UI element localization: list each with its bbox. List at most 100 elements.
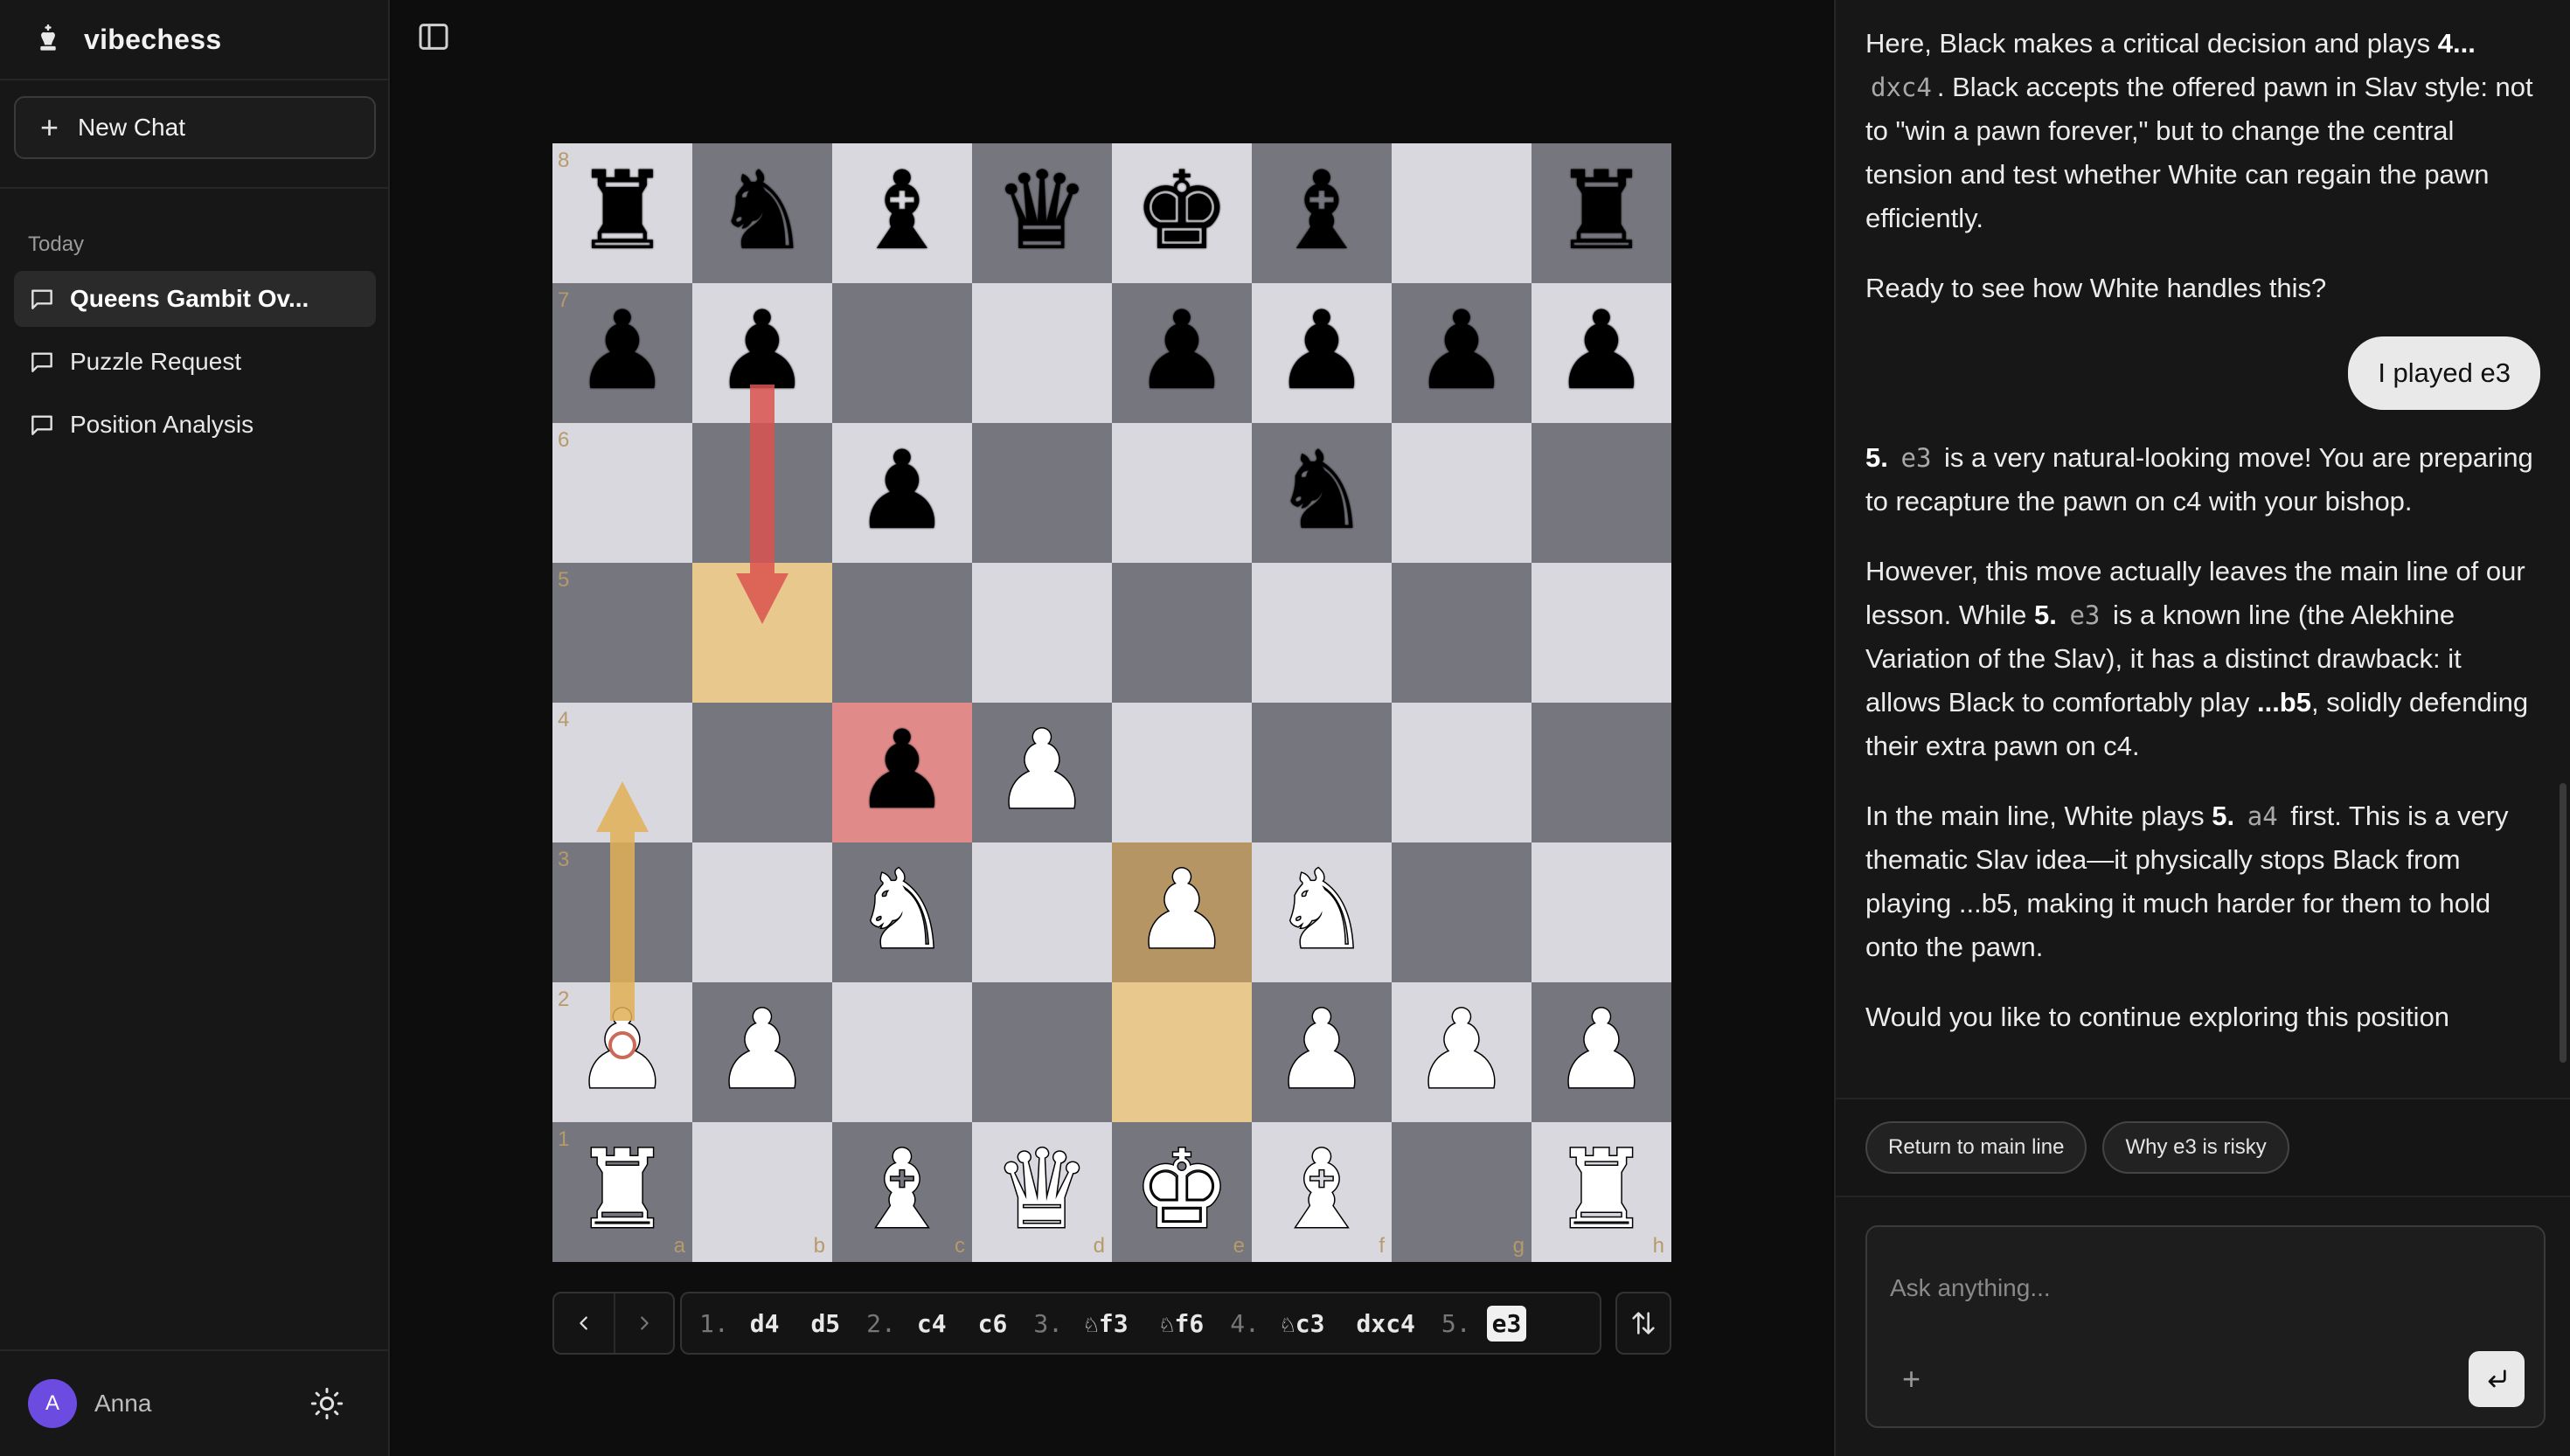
square-d2[interactable] — [972, 982, 1112, 1122]
square-c5[interactable] — [832, 563, 972, 703]
square-a6[interactable]: 6 — [552, 423, 692, 563]
square-d1[interactable]: d ♛ — [972, 1122, 1112, 1262]
chat-item-queens-gambit[interactable]: Queens Gambit Ov... — [14, 271, 376, 327]
square-g5[interactable] — [1392, 563, 1532, 703]
suggestion-return-to-main-line[interactable]: Return to main line — [1865, 1121, 2087, 1174]
sun-theme-toggle-icon[interactable] — [309, 1386, 344, 1421]
square-g8[interactable] — [1392, 143, 1532, 283]
square-e3[interactable]: ♟ — [1112, 842, 1252, 982]
move-white[interactable]: ♘c3 — [1275, 1306, 1330, 1342]
square-d4[interactable]: ♟ — [972, 703, 1112, 842]
black-bishop-icon[interactable]: ♝ — [1273, 157, 1370, 266]
brand[interactable]: vibechess — [0, 0, 388, 80]
square-c2[interactable] — [832, 982, 972, 1122]
square-e1[interactable]: e ♚ — [1112, 1122, 1252, 1262]
sidebar-toggle-icon[interactable] — [416, 19, 451, 54]
black-knight-icon[interactable]: ♞ — [1273, 437, 1370, 545]
square-a7[interactable]: 7 ♟ — [552, 283, 692, 423]
square-g1[interactable]: g — [1392, 1122, 1532, 1262]
black-knight-icon[interactable]: ♞ — [713, 157, 810, 266]
square-c8[interactable]: ♝ — [832, 143, 972, 283]
square-h1[interactable]: h ♜ — [1532, 1122, 1671, 1262]
white-pawn-icon[interactable]: ♟ — [712, 995, 812, 1106]
square-a5[interactable]: 5 — [552, 563, 692, 703]
square-g3[interactable] — [1392, 842, 1532, 982]
square-a2[interactable]: 2 ♟ — [552, 982, 692, 1122]
square-h5[interactable] — [1532, 563, 1671, 703]
square-c1[interactable]: c ♝ — [832, 1122, 972, 1262]
move-white[interactable]: ♘f3 — [1079, 1306, 1134, 1342]
chat-scrollbar[interactable] — [2560, 783, 2567, 1063]
move-black[interactable]: c6 — [973, 1306, 1013, 1342]
square-g7[interactable]: ♟ — [1392, 283, 1532, 423]
square-g2[interactable]: ♟ — [1392, 982, 1532, 1122]
move-white[interactable]: d4 — [745, 1306, 785, 1342]
square-e7[interactable]: ♟ — [1112, 283, 1252, 423]
next-move-button[interactable] — [614, 1293, 673, 1353]
square-h3[interactable] — [1532, 842, 1671, 982]
chat-messages[interactable]: Here, Black makes a critical decision an… — [1865, 0, 2540, 1098]
square-a1[interactable]: 1 a ♜ — [552, 1122, 692, 1262]
black-pawn-icon[interactable]: ♟ — [1133, 297, 1230, 406]
white-rook-icon[interactable]: ♜ — [573, 1135, 672, 1246]
white-knight-icon[interactable]: ♞ — [852, 856, 952, 967]
square-f7[interactable]: ♟ — [1252, 283, 1392, 423]
white-king-icon[interactable]: ♚ — [1132, 1135, 1232, 1246]
square-h7[interactable]: ♟ — [1532, 283, 1671, 423]
square-b2[interactable]: ♟ — [692, 982, 832, 1122]
square-b7[interactable]: ♟ — [692, 283, 832, 423]
black-pawn-icon[interactable]: ♟ — [1552, 297, 1650, 406]
square-a4[interactable]: 4 — [552, 703, 692, 842]
square-f8[interactable]: ♝ — [1252, 143, 1392, 283]
square-e2[interactable] — [1112, 982, 1252, 1122]
move-black[interactable]: ♘f6 — [1155, 1306, 1210, 1342]
suggestion-why-e3-is-risky[interactable]: Why e3 is risky — [2102, 1121, 2289, 1174]
user-profile[interactable]: A Anna — [0, 1349, 390, 1456]
white-queen-icon[interactable]: ♛ — [992, 1135, 1092, 1246]
black-pawn-icon[interactable]: ♟ — [853, 437, 950, 545]
move-black[interactable]: dxc4 — [1351, 1306, 1420, 1342]
square-a3[interactable]: 3 — [552, 842, 692, 982]
square-h6[interactable] — [1532, 423, 1671, 563]
square-f4[interactable] — [1252, 703, 1392, 842]
square-g4[interactable] — [1392, 703, 1532, 842]
square-b8[interactable]: ♞ — [692, 143, 832, 283]
square-d8[interactable]: ♛ — [972, 143, 1112, 283]
black-bishop-icon[interactable]: ♝ — [853, 157, 950, 266]
square-b6[interactable] — [692, 423, 832, 563]
square-c4[interactable]: ♟ — [832, 703, 972, 842]
square-f1[interactable]: f ♝ — [1252, 1122, 1392, 1262]
square-h4[interactable] — [1532, 703, 1671, 842]
white-knight-icon[interactable]: ♞ — [1272, 856, 1372, 967]
square-h2[interactable]: ♟ — [1532, 982, 1671, 1122]
square-d3[interactable] — [972, 842, 1112, 982]
chat-item-puzzle-request[interactable]: Puzzle Request — [14, 334, 376, 390]
white-pawn-icon[interactable]: ♟ — [1412, 995, 1511, 1106]
move-black[interactable]: d5 — [805, 1306, 845, 1342]
white-bishop-icon[interactable]: ♝ — [852, 1135, 952, 1246]
square-e8[interactable]: ♚ — [1112, 143, 1252, 283]
white-pawn-icon[interactable]: ♟ — [992, 716, 1092, 827]
square-c6[interactable]: ♟ — [832, 423, 972, 563]
square-d5[interactable] — [972, 563, 1112, 703]
white-bishop-icon[interactable]: ♝ — [1272, 1135, 1372, 1246]
square-e5[interactable] — [1112, 563, 1252, 703]
square-d7[interactable] — [972, 283, 1112, 423]
move-white[interactable]: c4 — [912, 1306, 952, 1342]
black-pawn-icon[interactable]: ♟ — [853, 717, 950, 825]
square-b3[interactable] — [692, 842, 832, 982]
square-b1[interactable]: b — [692, 1122, 832, 1262]
chat-input[interactable] — [1867, 1227, 2544, 1349]
black-pawn-icon[interactable]: ♟ — [1413, 297, 1510, 406]
white-rook-icon[interactable]: ♜ — [1552, 1135, 1651, 1246]
attach-plus-icon[interactable]: + — [1902, 1363, 1921, 1395]
flip-board-button[interactable] — [1615, 1292, 1671, 1355]
black-rook-icon[interactable]: ♜ — [573, 157, 670, 266]
square-f2[interactable]: ♟ — [1252, 982, 1392, 1122]
black-queen-icon[interactable]: ♛ — [993, 157, 1090, 266]
square-a8[interactable]: 8 ♜ — [552, 143, 692, 283]
send-button[interactable] — [2469, 1351, 2525, 1407]
square-g6[interactable] — [1392, 423, 1532, 563]
square-b4[interactable] — [692, 703, 832, 842]
square-e4[interactable] — [1112, 703, 1252, 842]
